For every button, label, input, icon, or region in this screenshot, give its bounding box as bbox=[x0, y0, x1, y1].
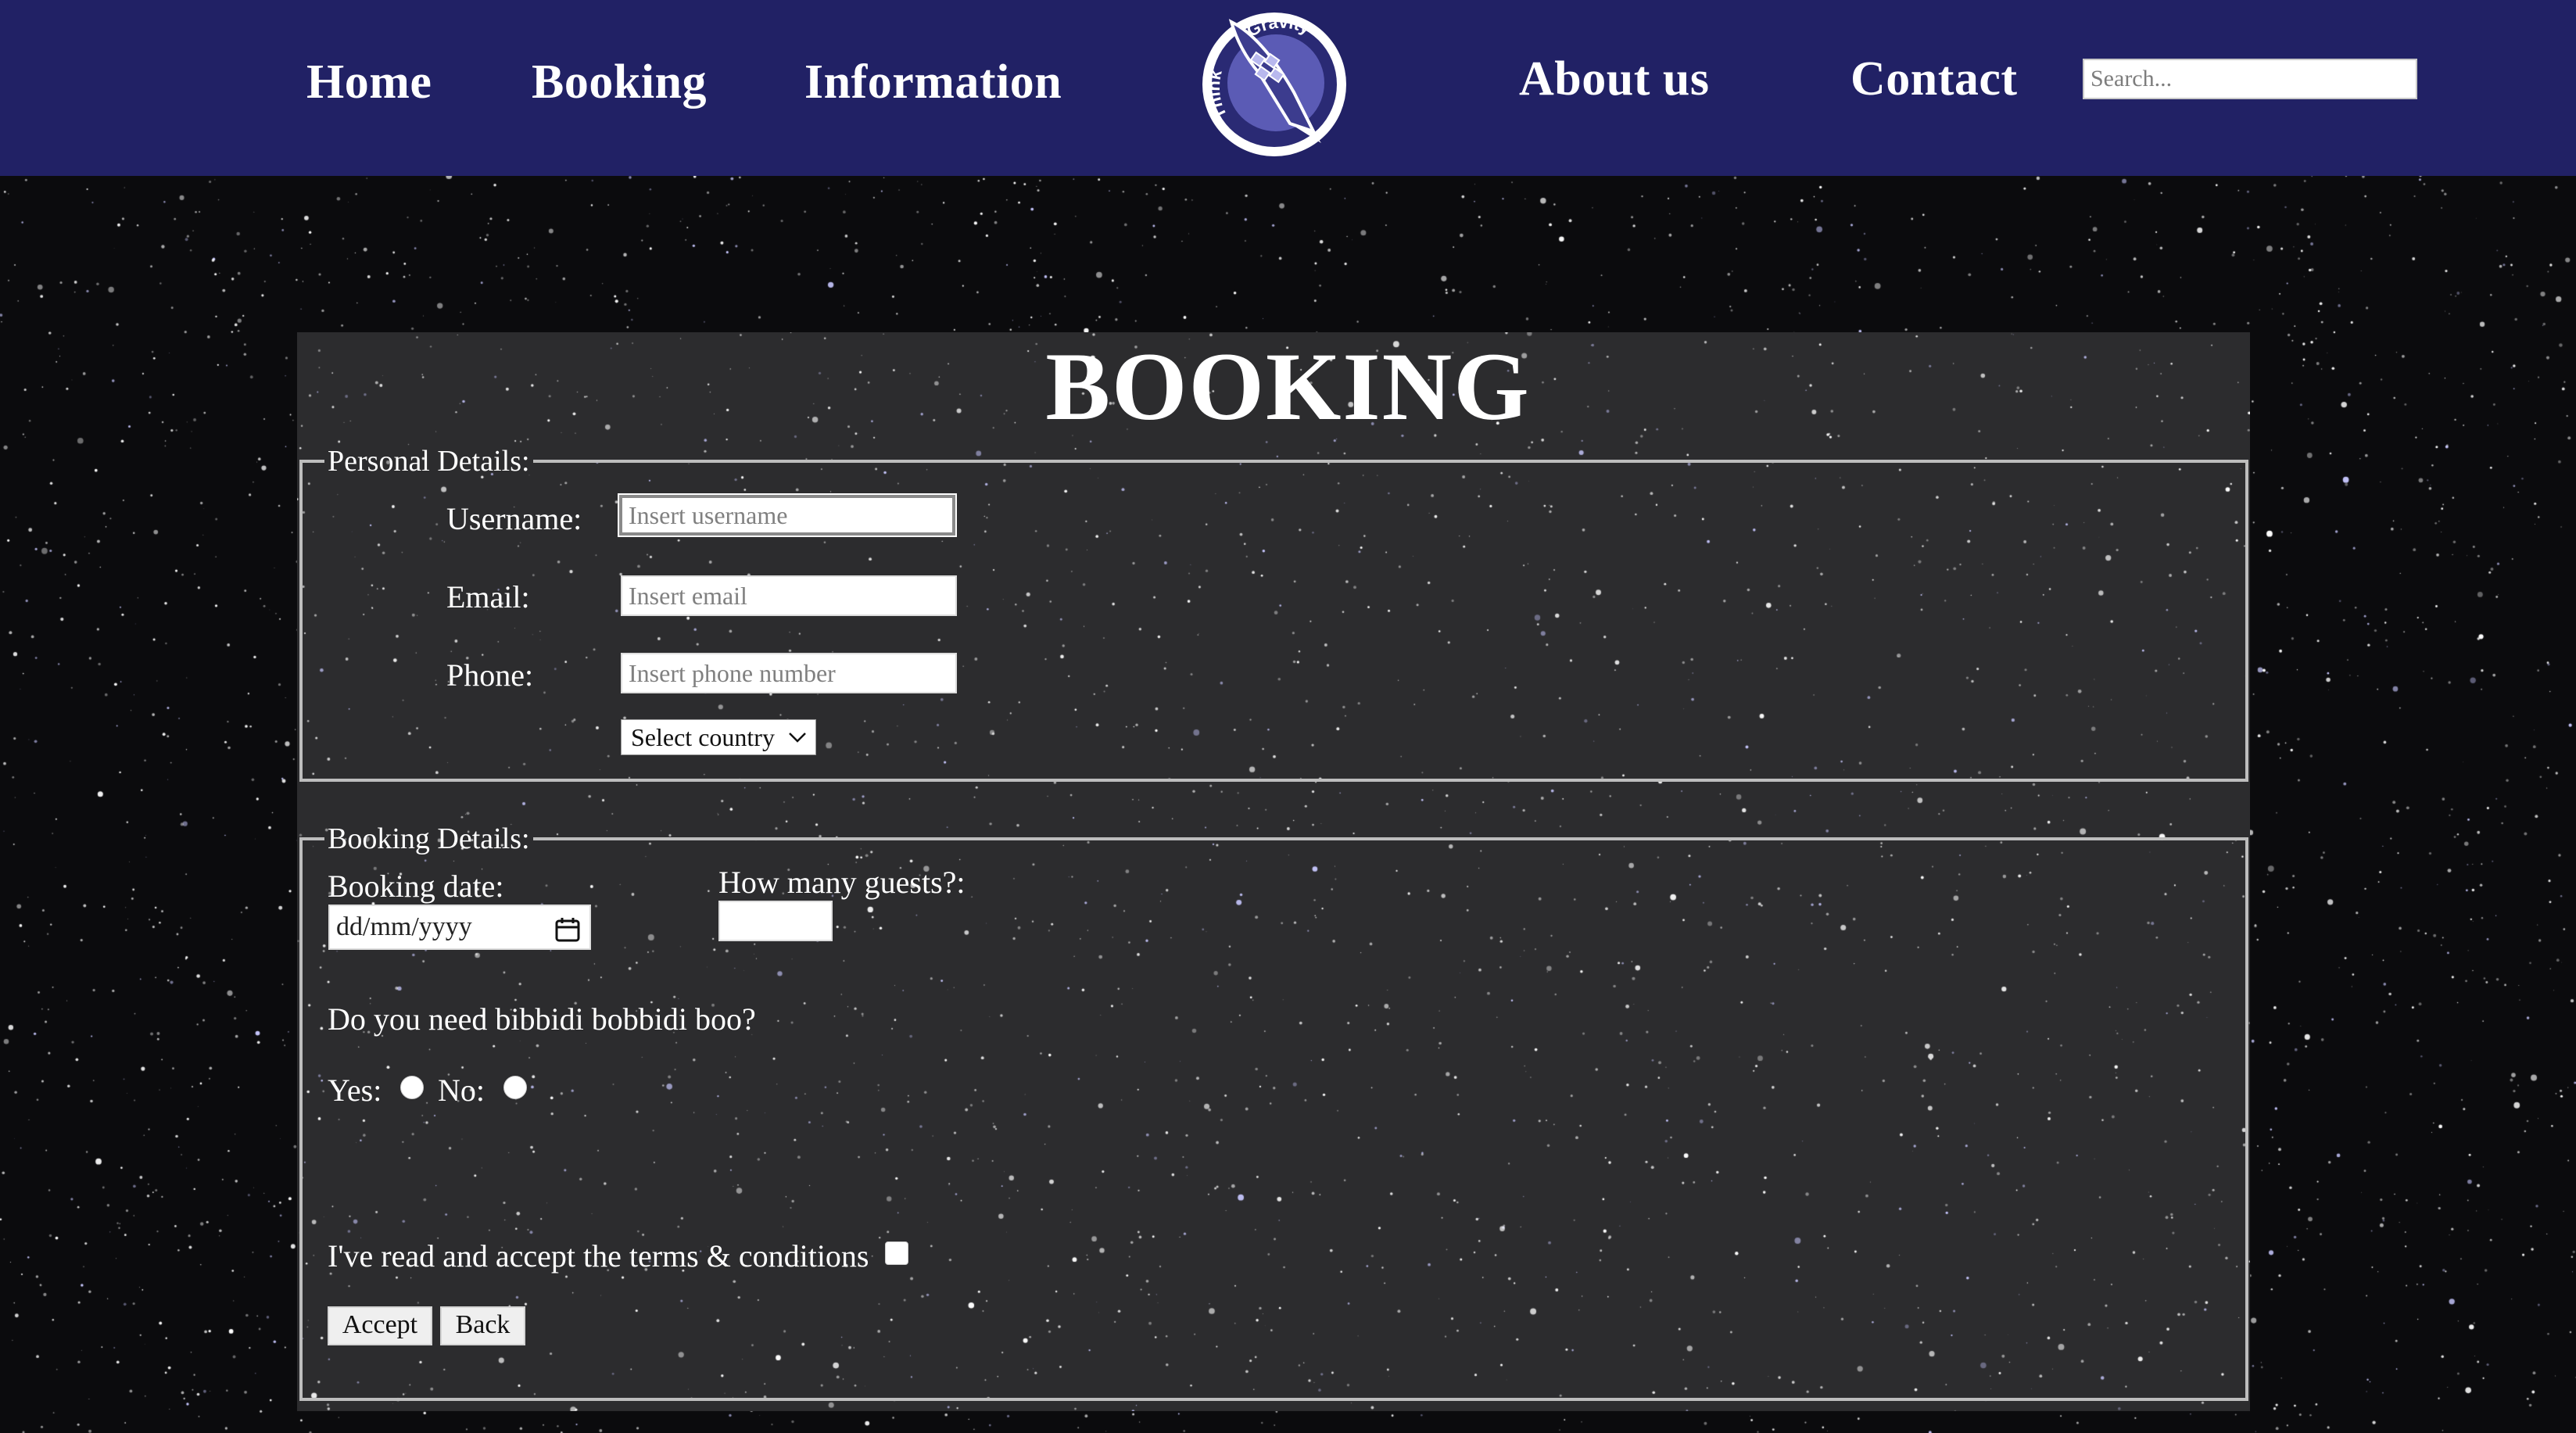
booking-details-fieldset: Booking Details: bbox=[299, 822, 2248, 1401]
booking-date-value: dd/mm/yyyy bbox=[336, 912, 472, 941]
country-select-value: Select country bbox=[631, 723, 775, 751]
personal-details-legend: Personal Details: bbox=[328, 445, 530, 478]
nav-link-home[interactable]: Home bbox=[306, 55, 432, 110]
no-radio[interactable] bbox=[503, 1076, 527, 1099]
terms-label: I've read and accept the terms & conditi… bbox=[328, 1238, 869, 1274]
nav-link-about-us[interactable]: About us bbox=[1519, 52, 1710, 107]
calendar-icon[interactable] bbox=[554, 915, 582, 944]
booking-details-legend: Booking Details: bbox=[328, 822, 530, 855]
yes-radio[interactable] bbox=[400, 1076, 424, 1099]
navbar: Home Booking Information Gravity Think A… bbox=[0, 0, 2576, 176]
email-input[interactable] bbox=[621, 575, 957, 616]
username-input[interactable] bbox=[618, 493, 957, 537]
guests-input[interactable] bbox=[718, 901, 833, 941]
email-label: Email: bbox=[446, 579, 530, 614]
personal-details-fieldset: Personal Details: bbox=[299, 444, 2248, 782]
nav-link-information[interactable]: Information bbox=[804, 55, 1062, 110]
no-label: No: bbox=[438, 1073, 485, 1108]
guests-label: How many guests?: bbox=[718, 865, 966, 900]
nav-link-contact[interactable]: Contact bbox=[1850, 52, 2018, 107]
country-select[interactable]: Select country bbox=[621, 719, 816, 755]
bibbidi-question: Do you need bibbidi bobbidi boo? bbox=[328, 1001, 756, 1037]
username-label: Username: bbox=[446, 501, 582, 536]
search-input[interactable] bbox=[2083, 59, 2417, 99]
page-title: BOOKING bbox=[1045, 333, 1531, 440]
phone-label: Phone: bbox=[446, 657, 534, 693]
think-gravity-logo[interactable]: Gravity Think bbox=[1196, 6, 1352, 163]
accept-button[interactable]: Accept bbox=[328, 1306, 432, 1345]
nav-link-booking[interactable]: Booking bbox=[532, 55, 707, 110]
yes-label: Yes: bbox=[328, 1073, 382, 1108]
terms-checkbox[interactable] bbox=[885, 1241, 908, 1265]
chevron-down-icon bbox=[789, 733, 806, 743]
phone-input[interactable] bbox=[621, 653, 957, 693]
booking-date-input[interactable]: dd/mm/yyyy bbox=[328, 905, 591, 950]
booking-date-label: Booking date: bbox=[328, 869, 504, 904]
back-button[interactable]: Back bbox=[440, 1306, 525, 1345]
